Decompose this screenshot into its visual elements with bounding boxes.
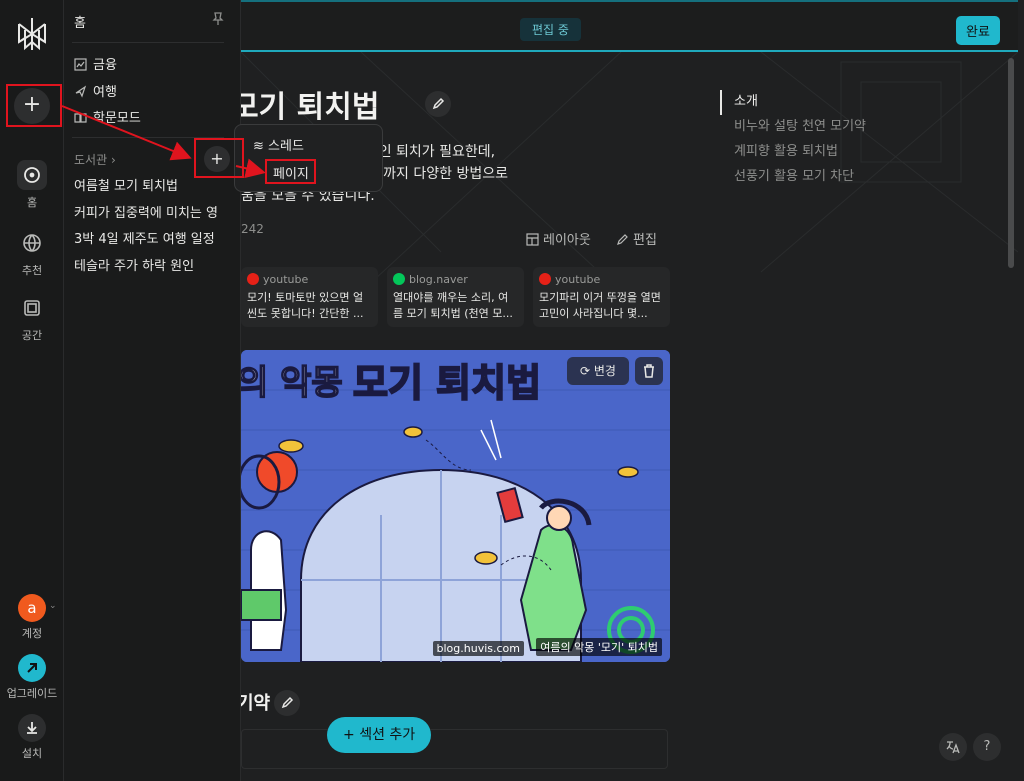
source-card[interactable]: blog.naver 열대야를 깨우는 소리, 여름 모기 퇴치법 (천연 모.… [387,267,524,327]
table-of-contents: 소개 비누와 설탕 천연 모기약 계피향 활용 퇴치법 선풍기 활용 모기 차단 [720,90,866,190]
translate-icon [946,741,960,754]
edit-button[interactable]: 편집 [616,229,657,248]
sidebar-item-academic[interactable]: 학문모드 [74,107,141,126]
rail-label-discover: 추천 [21,264,43,277]
pencil-icon [281,696,294,709]
youtube-icon [539,273,551,285]
plus-icon: + [343,727,360,743]
change-image-button[interactable]: ⟳ 변경 [567,357,629,385]
source-card[interactable]: youtube 모기파리 이거 뚜껑을 열면 고민이 사라집니다 몇... [533,267,670,327]
home-search-icon [17,160,47,190]
globe-icon [17,228,47,258]
section-edit-button[interactable] [274,690,300,716]
source-title: 모기파리 이거 뚜껑을 열면 고민이 사라집니다 몇... [539,291,661,320]
rail-label-install: 설치 [21,747,43,760]
library-heading[interactable]: 도서관 › [74,151,116,168]
library-item[interactable]: 테슬라 주가 하락 원인 [74,255,226,274]
sidebar-item-label: 금융 [93,58,117,73]
hero-caption-title: 여름의 악몽 '모기' 퇴치법 [536,638,662,656]
editing-status-badge: 편집 중 [520,18,581,41]
chevron-down-icon[interactable]: ⌄ [49,601,57,611]
source-domain: blog.naver [409,273,468,286]
chart-icon [74,58,87,71]
editor-topbar: 편집 중 완료 [241,0,1018,52]
source-domain: youtube [263,273,309,286]
section-title[interactable]: 기약 [241,689,270,715]
sidebar-item-label: 학문모드 [93,111,141,126]
account-avatar[interactable]: a [18,594,46,622]
library-heading-label: 도서관 [74,153,108,167]
done-button[interactable]: 완료 [956,16,1000,45]
page-title[interactable]: 모기 퇴치법 [241,82,379,126]
rail-item-spaces[interactable]: 공간 [0,293,64,343]
annotation-box [6,84,62,127]
layout-button[interactable]: 레이아웃 [526,229,591,248]
toc-item[interactable]: 소개 [720,90,866,115]
book-icon [74,113,87,123]
chevron-right-icon: › [110,153,116,167]
help-button[interactable]: ? [973,733,1001,761]
rail-item-discover[interactable]: 추천 [0,228,64,278]
title-edit-button[interactable] [425,91,451,117]
library-item[interactable]: 3박 4일 제주도 여행 일정 [74,228,226,247]
source-title: 모기! 토마토만 있으면 얼씬도 못합니다! 간단한 ... [247,291,364,320]
sidebar-item-travel[interactable]: 여행 [74,81,117,100]
hero-headline-b: 모기 퇴치법 [353,361,541,405]
toc-item[interactable]: 계피향 활용 퇴치법 [720,140,866,165]
upgrade-arrow-icon[interactable] [18,654,46,682]
source-domain: youtube [555,273,601,286]
layout-icon [526,233,539,246]
layout-label: 레이아웃 [543,233,591,248]
add-section-label: 섹션 추가 [359,727,416,743]
rail-label-spaces: 공간 [21,329,43,342]
download-icon[interactable] [18,714,46,742]
hero-illustration: 의 악몽 모기 퇴치법 [241,350,670,662]
edit-icon [617,234,628,245]
trash-icon [644,364,654,378]
sidebar-item-label: 여행 [93,85,117,100]
page-editor: 편집 중 완료 모기 퇴치법 유발하기 때문에 효과적인 퇴치가 필요한데, 양… [241,0,1018,781]
rail-label-account: 계정 [21,627,43,640]
sidebar-title: 홈 [74,16,86,31]
delete-image-button[interactable] [635,357,663,385]
toc-item[interactable]: 선풍기 활용 모기 차단 [720,165,866,190]
view-count: 242 [241,222,264,236]
change-label: 변경 [593,364,616,378]
sidebar-item-finance[interactable]: 금융 [74,54,117,73]
naver-blog-icon [393,273,405,285]
annotation-box [265,159,316,184]
edit-label: 편집 [633,233,657,248]
spaces-icon [17,293,47,323]
hero-headline-a: 의 악몽 [241,363,343,403]
plane-icon [75,85,87,98]
sidebar-divider [72,42,224,43]
library-item[interactable]: 커피가 집중력에 미치는 영 [74,202,226,221]
menu-item-label: 스레드 [268,139,304,154]
source-card[interactable]: youtube 모기! 토마토만 있으면 얼씬도 못합니다! 간단한 ... [241,267,378,327]
rail-label-home: 홈 [26,196,38,209]
thread-icon: ≋ [253,139,269,154]
refresh-icon: ⟳ [580,364,594,378]
rail-label-upgrade: 업그레이드 [6,687,58,700]
library-sidebar: 홈 금융 여행 학문모드 도서관 › 여름철 모기 퇴치법 커피가 집중력에 미… [64,0,241,781]
add-section-button[interactable]: + 섹션 추가 [327,717,432,753]
perplexity-logo-icon[interactable] [15,16,49,52]
section-placeholder [241,729,668,769]
toc-item[interactable]: 비누와 설탕 천연 모기약 [720,115,866,140]
pencil-icon [432,97,445,110]
hero-image: 의 악몽 모기 퇴치법 blog.huvis.com 여름의 악몽 '모기' 퇴… [241,350,670,662]
scrollbar-thumb[interactable] [1008,58,1014,268]
youtube-icon [247,273,259,285]
hero-caption-site: blog.huvis.com [432,641,524,656]
menu-item-thread[interactable]: ≋ 스레드 [253,135,304,154]
rail-item-home[interactable]: 홈 [0,160,64,210]
pin-icon[interactable] [212,12,224,26]
annotation-box [194,138,244,178]
language-button[interactable] [939,733,967,761]
source-title: 열대야를 깨우는 소리, 여름 모기 퇴치법 (천연 모... [393,291,513,320]
